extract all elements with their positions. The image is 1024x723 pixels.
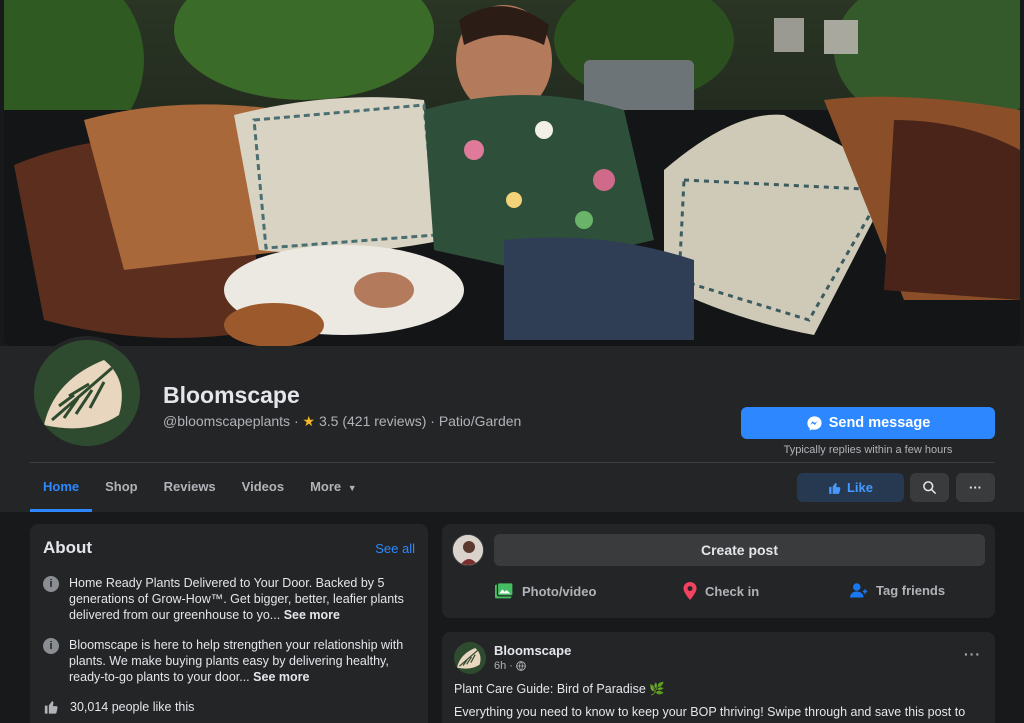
check-in-button[interactable]: Check in [683, 582, 759, 600]
info-icon: i [43, 638, 59, 654]
about-likes-row: 30,014 people like this [43, 699, 415, 715]
monstera-leaf-logo [454, 642, 486, 674]
separator: · [293, 413, 299, 429]
post-author-avatar[interactable] [454, 642, 486, 674]
send-message-button[interactable]: Send message [741, 407, 995, 439]
reply-time-note: Typically replies within a few hours [783, 444, 953, 456]
post-author-name[interactable]: Bloomscape [494, 643, 571, 658]
about-description: Bloomscape is here to help strengthen yo… [69, 638, 404, 684]
like-label: Like [846, 480, 873, 495]
post-card: Bloomscape 6h · ··· Plant Care Guide: Bi… [442, 632, 995, 723]
review-count[interactable]: (421 reviews) [342, 413, 426, 429]
separator: · [430, 413, 435, 429]
facebook-page: Bloomscape @bloomscapeplants · ★ 3.5 (42… [0, 0, 1024, 723]
about-item: i Bloomscape is here to help strengthen … [43, 637, 415, 685]
tag-friends-label: Tag friends [876, 582, 946, 598]
post-body: Everything you need to know to keep your… [454, 705, 966, 719]
tab-reviews[interactable]: Reviews [151, 464, 229, 512]
more-dots-icon: ··· [969, 480, 982, 495]
about-card: About See all i Home Ready Plants Delive… [30, 524, 428, 723]
check-in-label: Check in [705, 583, 760, 599]
page-category[interactable]: Patio/Garden [439, 413, 522, 429]
see-more-link[interactable]: See more [253, 670, 309, 684]
star-icon: ★ [302, 413, 316, 429]
page-meta: @bloomscapeplants · ★ 3.5 (421 reviews) … [163, 413, 521, 430]
send-message-label: Send message [828, 415, 931, 431]
page-handle: @bloomscapeplants [163, 413, 291, 429]
photo-video-button[interactable]: Photo/video [494, 582, 596, 600]
monstera-leaf-logo [34, 340, 140, 446]
location-pin-icon [683, 582, 697, 600]
search-button[interactable] [910, 473, 949, 502]
page-avatar[interactable] [30, 336, 144, 450]
user-avatar[interactable] [452, 534, 484, 566]
about-title: About [43, 538, 93, 557]
cover-photo[interactable] [4, 0, 1020, 346]
about-see-all-link[interactable]: See all [375, 541, 415, 556]
info-icon: i [43, 576, 59, 592]
post-time-text[interactable]: 6h · [494, 660, 513, 672]
page-tabs: Home Shop Reviews Videos More ▼ [30, 464, 370, 512]
header-divider [30, 462, 994, 463]
see-more-link[interactable]: See more [284, 608, 340, 622]
tab-shop[interactable]: Shop [92, 464, 151, 512]
create-post-button[interactable]: Create post [494, 534, 985, 566]
about-description: Home Ready Plants Delivered to Your Door… [69, 576, 404, 622]
thumbs-up-icon [44, 701, 58, 714]
tab-more[interactable]: More ▼ [297, 464, 370, 512]
more-options-button[interactable]: ··· [956, 473, 995, 502]
like-page-button[interactable]: Like [797, 473, 904, 502]
tag-friends-icon [850, 583, 868, 598]
tab-videos[interactable]: Videos [229, 464, 297, 512]
rating-value: 3.5 [318, 413, 339, 429]
photo-video-label: Photo/video [522, 583, 597, 599]
tab-more-label: More [310, 479, 342, 494]
photo-icon [495, 582, 514, 599]
create-post-card: Create post Photo/video Check in Tag fri… [442, 524, 995, 618]
post-title: Plant Care Guide: Bird of Paradise 🌿 [454, 682, 665, 696]
caret-down-icon: ▼ [347, 483, 357, 493]
search-icon [923, 481, 936, 494]
post-options-button[interactable]: ··· [964, 646, 981, 662]
likes-count: 30,014 people like this [70, 700, 195, 714]
tab-home[interactable]: Home [30, 464, 93, 512]
globe-icon [516, 661, 526, 671]
page-title: Bloomscape [163, 382, 300, 408]
post-timestamp: 6h · [494, 660, 526, 672]
thumbs-up-icon [829, 482, 841, 494]
tag-friends-button[interactable]: Tag friends [850, 582, 945, 598]
about-item: i Home Ready Plants Delivered to Your Do… [43, 575, 415, 623]
messenger-icon [807, 415, 822, 431]
